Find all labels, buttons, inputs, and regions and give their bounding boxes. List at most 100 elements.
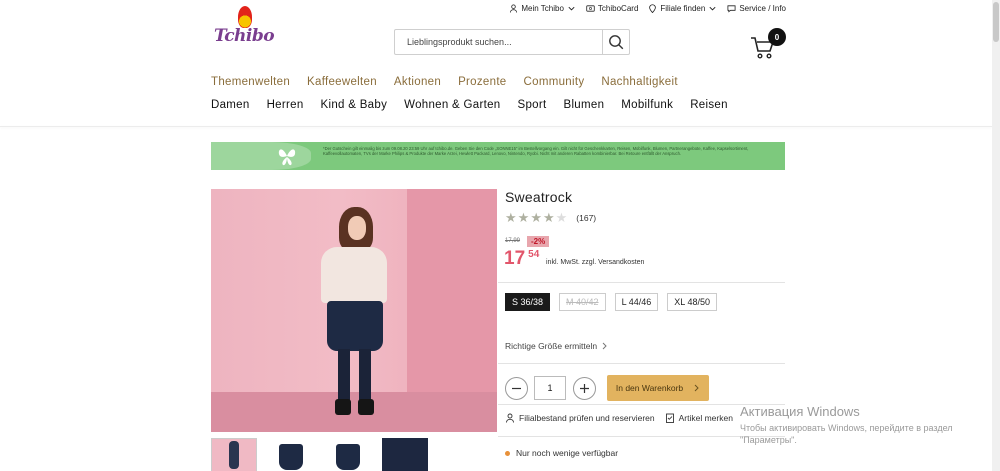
promo-text: *Der Gutschein gilt einmalig bis zum 09.… — [323, 146, 749, 156]
search-icon — [609, 35, 624, 50]
scrollbar-thumb[interactable] — [993, 2, 999, 42]
butterfly-icon — [278, 149, 296, 166]
rating[interactable]: ★ ★ ★ ★ ★ (167) — [505, 211, 596, 224]
store-check-link[interactable]: Filialbestand prüfen und reservieren — [505, 413, 655, 423]
watermark-line-1: Чтобы активировать Windows, перейдите в … — [740, 423, 953, 433]
cat-reisen[interactable]: Reisen — [690, 99, 728, 111]
model-boot-right — [358, 399, 374, 415]
quantity-increase-button[interactable] — [573, 376, 596, 400]
model-boot-left — [335, 399, 351, 415]
filiale-finden-link[interactable]: Filiale finden — [648, 4, 717, 13]
divider — [498, 282, 785, 283]
image-background-floor — [211, 392, 497, 432]
header-divider — [0, 126, 992, 127]
availability: Nur noch wenige verfügbar — [505, 448, 618, 458]
thumbnail-skirt-front — [279, 444, 303, 470]
star-icon: ★ — [542, 210, 555, 225]
thumbnail-2[interactable] — [268, 438, 314, 471]
model-sweater — [321, 247, 387, 303]
logo-text: Tchibo — [214, 26, 275, 46]
vat-note: inkl. MwSt. zzgl. Versandkosten — [546, 259, 645, 266]
thumbnail-1[interactable] — [211, 438, 257, 471]
tchibocard-link[interactable]: TchiboCard — [586, 4, 638, 13]
search-input[interactable] — [395, 30, 602, 54]
watermark-title: Активация Windows — [740, 404, 860, 419]
main-nav: Themenwelten Kaffeewelten Aktionen Proze… — [211, 76, 678, 88]
cat-kind-baby[interactable]: Kind & Baby — [321, 99, 388, 111]
chevron-right-icon — [602, 342, 607, 350]
cat-wohnen-garten[interactable]: Wohnen & Garten — [404, 99, 500, 111]
old-price: 17,99 — [505, 238, 521, 244]
star-icon: ★ — [530, 210, 542, 225]
category-nav: Damen Herren Kind & Baby Wohnen & Garten… — [211, 99, 728, 111]
availability-text: Nur noch wenige verfügbar — [516, 448, 619, 458]
product-title: Sweatrock — [505, 189, 573, 205]
cat-herren[interactable]: Herren — [267, 99, 304, 111]
availability-dot-icon — [505, 450, 510, 456]
filiale-finden-label: Filiale finden — [660, 3, 706, 13]
chevron-down-icon — [568, 6, 575, 10]
person-pin-icon — [506, 413, 514, 423]
minus-icon — [512, 387, 521, 389]
user-icon — [510, 3, 518, 13]
size-l[interactable]: L 44/46 — [614, 293, 659, 311]
price: 17 54 — [504, 248, 539, 270]
bookmark-link[interactable]: Artikel merken — [665, 413, 733, 423]
page-scrollbar[interactable] — [992, 0, 1000, 471]
secondary-actions: Filialbestand prüfen und reservieren Art… — [505, 413, 733, 423]
size-guide-label: Richtige Größe ermitteln — [505, 341, 598, 351]
size-guide-link[interactable]: Richtige Größe ermitteln — [505, 341, 608, 351]
cart-button[interactable]: 0 — [750, 28, 790, 59]
quantity-input[interactable]: 1 — [534, 376, 566, 400]
model-leg-left — [338, 349, 350, 405]
add-to-cart-label: In den Warenkorb — [615, 383, 684, 393]
page: Tchibo Mein Tchibo TchiboCard Filiale fi… — [0, 0, 1000, 471]
plus-icon — [580, 383, 589, 393]
price-cent: 54 — [528, 249, 540, 260]
discount-badge: -2% — [527, 236, 550, 247]
tchibocard-label: TchiboCard — [597, 3, 639, 13]
model-leg-right — [359, 349, 371, 405]
cat-mobilfunk[interactable]: Mobilfunk — [621, 99, 673, 111]
chevron-down-icon — [709, 6, 716, 10]
size-m[interactable]: M 40/42 — [559, 293, 606, 311]
model-face — [348, 216, 366, 240]
size-xl[interactable]: XL 48/50 — [667, 293, 717, 311]
cat-damen[interactable]: Damen — [211, 99, 250, 111]
cat-blumen[interactable]: Blumen — [563, 99, 604, 111]
add-to-cart-button[interactable]: In den Warenkorb — [607, 375, 709, 401]
nav-aktionen[interactable]: Aktionen — [394, 76, 441, 88]
logo-flame-icon — [238, 6, 252, 28]
star-icon: ★ — [505, 210, 517, 225]
nav-prozente[interactable]: Prozente — [458, 76, 506, 88]
thumbnail-4[interactable] — [382, 438, 428, 471]
review-count: (167) — [576, 212, 597, 223]
thumbnail-3[interactable] — [325, 438, 371, 471]
tchibo-logo[interactable]: Tchibo — [214, 6, 276, 48]
nav-community[interactable]: Community — [524, 76, 585, 88]
checklist-icon — [665, 413, 674, 423]
search-bar — [394, 29, 630, 55]
divider — [498, 363, 785, 364]
product-image[interactable] — [211, 189, 497, 432]
promo-banner[interactable]: *Der Gutschein gilt einmalig bis zum 09.… — [211, 142, 785, 170]
utility-nav: Mein Tchibo TchiboCard Filiale finden Se… — [509, 2, 786, 14]
nav-nachhaltigkeit[interactable]: Nachhaltigkeit — [601, 76, 677, 88]
size-s[interactable]: S 36/38 — [505, 293, 551, 311]
nav-themenwelten[interactable]: Themenwelten — [211, 76, 290, 88]
search-button[interactable] — [602, 30, 629, 54]
thumbnail-model — [229, 441, 239, 469]
star-empty-icon: ★ — [555, 210, 568, 225]
mein-tchibo-link[interactable]: Mein Tchibo — [509, 4, 576, 13]
nav-kaffeewelten[interactable]: Kaffeewelten — [307, 76, 377, 88]
model-skirt — [327, 301, 383, 351]
service-info-link[interactable]: Service / Info — [727, 4, 786, 13]
bookmark-label: Artikel merken — [678, 413, 733, 423]
location-icon — [649, 3, 657, 13]
thumbnail-strip — [211, 438, 428, 471]
windows-activation-watermark: Активация Windows Чтобы активировать Win… — [740, 404, 953, 446]
quantity-decrease-button[interactable] — [505, 376, 528, 400]
cart-count-badge: 0 — [768, 28, 786, 46]
cat-sport[interactable]: Sport — [517, 99, 546, 111]
watermark-line-2: "Параметры". — [740, 435, 797, 445]
